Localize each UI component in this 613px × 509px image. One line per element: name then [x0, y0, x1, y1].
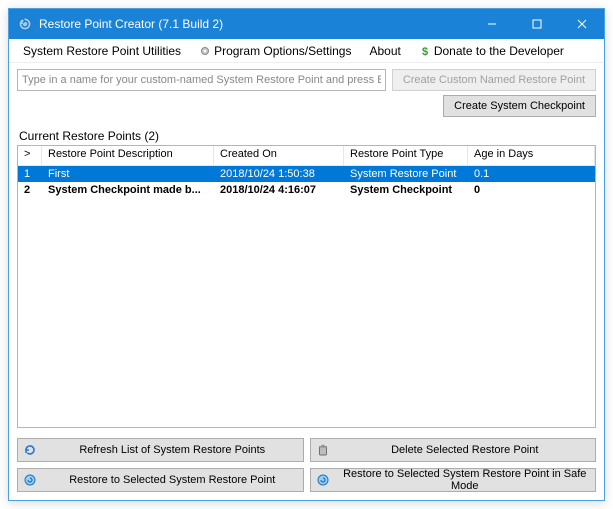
- refresh-icon: [22, 442, 38, 458]
- table-cell: 2018/10/24 4:16:07: [214, 184, 344, 196]
- svg-text:$: $: [422, 46, 428, 57]
- close-button[interactable]: [559, 9, 604, 39]
- header-age[interactable]: Age in Days: [468, 146, 595, 165]
- maximize-button[interactable]: [514, 9, 559, 39]
- table-cell: First: [42, 168, 214, 180]
- header-description[interactable]: Restore Point Description: [42, 146, 214, 165]
- app-window: Restore Point Creator (7.1 Build 2) Syst…: [8, 8, 605, 501]
- table-cell: 0.1: [468, 168, 595, 180]
- create-custom-button: Create Custom Named Restore Point: [392, 69, 596, 91]
- menu-donate[interactable]: $ Donate to the Developer: [411, 42, 572, 60]
- header-type[interactable]: Restore Point Type: [344, 146, 468, 165]
- delete-button-label: Delete Selected Restore Point: [339, 444, 592, 456]
- menu-utilities[interactable]: System Restore Point Utilities: [15, 42, 189, 60]
- create-checkpoint-button[interactable]: Create System Checkpoint: [443, 95, 596, 117]
- restore-button-label: Restore to Selected System Restore Point: [46, 474, 299, 486]
- minimize-button[interactable]: [469, 9, 514, 39]
- restore-points-group-label: Current Restore Points (2): [19, 129, 594, 143]
- menubar: System Restore Point Utilities Program O…: [9, 39, 604, 63]
- checkpoint-row: Create System Checkpoint: [9, 95, 604, 123]
- header-created-on[interactable]: Created On: [214, 146, 344, 165]
- restore-safe-icon: [315, 472, 331, 488]
- table-cell: 1: [18, 168, 42, 180]
- table-row[interactable]: 2System Checkpoint made b...2018/10/24 4…: [18, 182, 595, 198]
- restore-icon: [22, 472, 38, 488]
- restore-safe-button[interactable]: Restore to Selected System Restore Point…: [310, 468, 597, 492]
- menu-options[interactable]: Program Options/Settings: [191, 42, 359, 60]
- header-index[interactable]: >: [18, 146, 42, 165]
- window-controls: [469, 9, 604, 39]
- table-cell: System Checkpoint: [344, 184, 468, 196]
- listview-rows: 1First2018/10/24 1:50:38System Restore P…: [18, 166, 595, 427]
- refresh-button[interactable]: Refresh List of System Restore Points: [17, 438, 304, 462]
- listview-headers: > Restore Point Description Created On R…: [18, 146, 595, 166]
- delete-button[interactable]: Delete Selected Restore Point: [310, 438, 597, 462]
- dollar-icon: $: [419, 45, 431, 57]
- trash-icon: [315, 442, 331, 458]
- gear-icon: [199, 45, 211, 57]
- menu-about[interactable]: About: [361, 42, 408, 60]
- footer-buttons: Refresh List of System Restore Points De…: [9, 434, 604, 500]
- toolbar-row: Create Custom Named Restore Point: [9, 63, 604, 95]
- refresh-button-label: Refresh List of System Restore Points: [46, 444, 299, 456]
- restore-point-name-input[interactable]: [17, 69, 386, 91]
- window-title: Restore Point Creator (7.1 Build 2): [39, 17, 469, 31]
- table-cell: 2018/10/24 1:50:38: [214, 168, 344, 180]
- table-cell: System Checkpoint made b...: [42, 184, 214, 196]
- app-icon: [17, 16, 33, 32]
- restore-safe-button-label: Restore to Selected System Restore Point…: [339, 468, 592, 492]
- titlebar: Restore Point Creator (7.1 Build 2): [9, 9, 604, 39]
- menu-options-label: Program Options/Settings: [214, 44, 351, 58]
- table-cell: System Restore Point: [344, 168, 468, 180]
- table-row[interactable]: 1First2018/10/24 1:50:38System Restore P…: [18, 166, 595, 182]
- table-cell: 2: [18, 184, 42, 196]
- content-area: Current Restore Points (2) > Restore Poi…: [9, 123, 604, 434]
- restore-button[interactable]: Restore to Selected System Restore Point: [17, 468, 304, 492]
- restore-points-listview[interactable]: > Restore Point Description Created On R…: [17, 145, 596, 428]
- menu-donate-label: Donate to the Developer: [434, 44, 564, 58]
- table-cell: 0: [468, 184, 595, 196]
